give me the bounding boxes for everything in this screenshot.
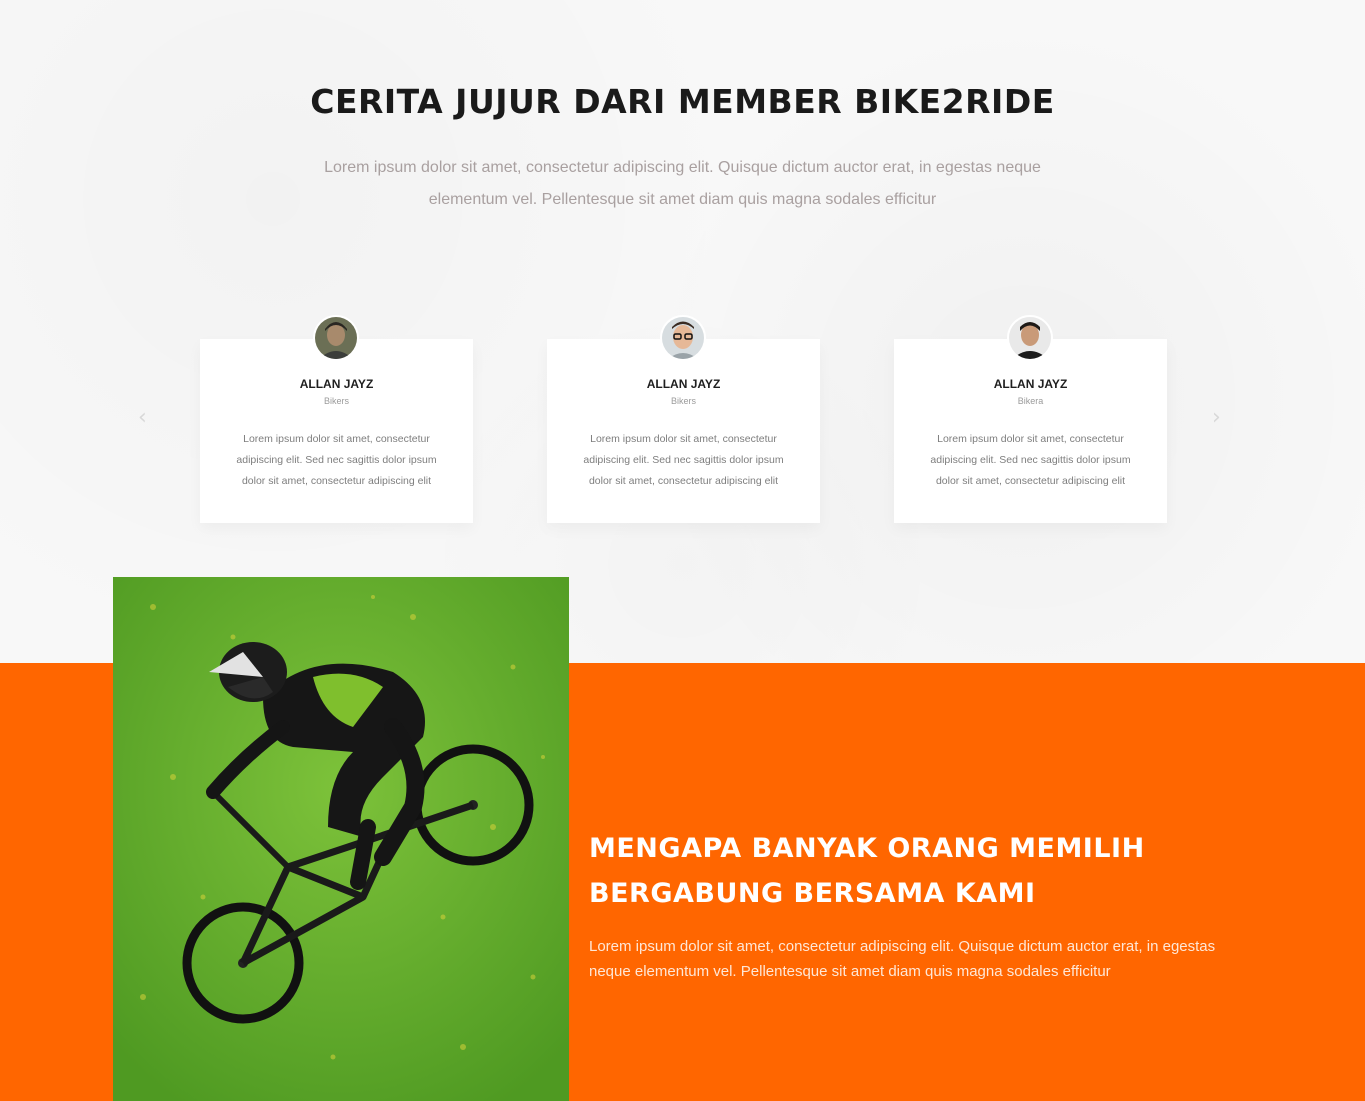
page: CERITA JUJUR DARI MEMBER BIKE2RIDE Lorem… [0,0,1365,1101]
testimonial-role: Bikers [323,396,349,406]
testimonial-role: Bikera [1017,396,1044,406]
testimonial-name: ALLAN JAYZ [646,377,721,391]
why-title-line-2: BERGABUNG BERSAMA KAMI [589,878,1036,909]
why-title-line-1: MENGAPA BANYAK ORANG MEMILIH [589,833,1145,864]
testimonial-text: Lorem ipsum dolor sit amet, consectetur … [583,433,784,487]
chevron-right-icon[interactable]: › [1212,405,1221,430]
testimonial-name: ALLAN JAYZ [299,377,374,391]
chevron-left-icon[interactable]: ‹ [138,405,147,430]
testimonial-card: ALLAN JAYZ Bikers Lorem ipsum dolor sit … [547,315,820,523]
testimonials-description: Lorem ipsum dolor sit amet, consectetur … [324,159,1041,208]
testimonial-role: Bikers [670,396,696,406]
testimonial-card: ALLAN JAYZ Bikers Lorem ipsum dolor sit … [200,315,473,523]
testimonial-text: Lorem ipsum dolor sit amet, consectetur … [236,433,437,487]
mountain-bike-photo [113,577,569,1101]
avatar [313,315,359,361]
testimonial-card: ALLAN JAYZ Bikera Lorem ipsum dolor sit … [894,315,1167,523]
why-title: MENGAPA BANYAK ORANG MEMILIH BERGABUNG B… [589,826,1229,916]
testimonial-name: ALLAN JAYZ [993,377,1068,391]
testimonial-text: Lorem ipsum dolor sit amet, consectetur … [930,433,1131,487]
avatar [1007,315,1053,361]
why-description: Lorem ipsum dolor sit amet, consectetur … [589,938,1216,980]
testimonials-title: CERITA JUJUR DARI MEMBER BIKE2RIDE [310,82,1055,121]
avatar [660,315,706,361]
